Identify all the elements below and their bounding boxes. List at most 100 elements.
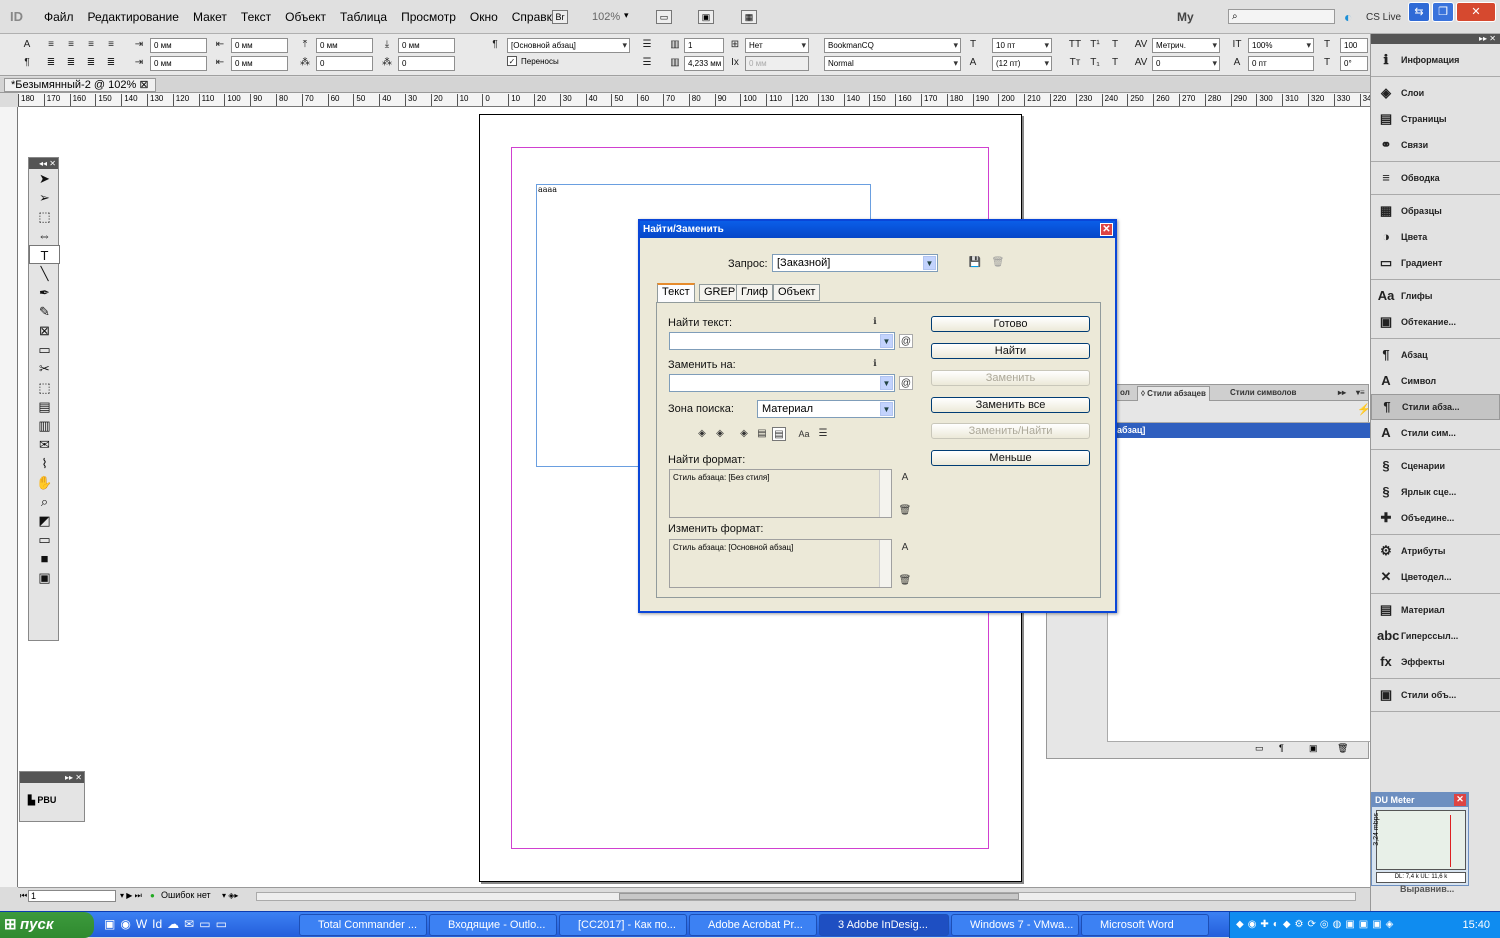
include-locked-layers-icon[interactable]: ◈ <box>695 427 709 441</box>
case-sensitive-icon[interactable]: Aa <box>797 427 811 441</box>
hand-tool-icon[interactable]: ✋ <box>29 473 60 492</box>
menu-file[interactable]: Файл <box>44 10 74 24</box>
strikethrough-icon[interactable]: T <box>1108 56 1122 70</box>
find-button[interactable]: Найти <box>931 343 1090 359</box>
baseline-shift-field[interactable]: 0 пт <box>1248 56 1314 71</box>
quick-apply-icon[interactable]: ⚡ <box>1357 403 1371 416</box>
tab-character-styles[interactable]: Стили символов <box>1227 386 1299 401</box>
font-style-dropdown[interactable]: Normal <box>824 56 961 71</box>
specify-find-format-icon[interactable]: A <box>898 471 912 485</box>
justify-left-icon[interactable]: ≣ <box>44 56 58 70</box>
drop-cap-lines-field[interactable]: 0 <box>316 56 373 71</box>
line-tool-icon[interactable]: ╲ <box>29 264 60 283</box>
arrange-documents-icon[interactable]: ▦ <box>741 10 757 24</box>
specify-change-format-icon[interactable]: A <box>898 541 912 555</box>
dock-item-colors[interactable]: ◑ Цвета <box>1371 224 1500 250</box>
dock-item-text-wrap[interactable]: ▣ Обтекание... <box>1371 309 1500 335</box>
replace-find-button[interactable]: Заменить/Найти <box>931 423 1090 439</box>
justify-right-icon[interactable]: ≣ <box>84 56 98 70</box>
tab-text[interactable]: Текст <box>657 283 695 302</box>
align-center-icon[interactable]: ≡ <box>64 38 78 52</box>
paragraph-style-dropdown[interactable]: [Основной абзац] <box>507 38 630 53</box>
scrollbar-thumb[interactable] <box>619 893 1019 900</box>
clear-change-format-icon[interactable]: 🗑 <box>898 574 912 588</box>
font-size-dropdown[interactable]: 10 пт <box>992 38 1052 53</box>
dock-item-glyphs[interactable]: Aa Глифы <box>1371 283 1500 309</box>
next-page-icon[interactable]: ▾ ▶ ⏭ <box>120 891 142 901</box>
dock-item-hyperlinks[interactable]: abc Гиперссыл... <box>1371 623 1500 649</box>
pen-tool-icon[interactable]: ✒ <box>29 283 60 302</box>
type-tool-icon[interactable]: T <box>29 245 60 264</box>
save-query-icon[interactable]: 💾 <box>968 256 982 270</box>
align-towards-spine-icon[interactable]: ≡ <box>104 38 118 52</box>
start-button[interactable]: ⊞ пуск <box>0 912 94 938</box>
underline-icon[interactable]: T <box>1108 38 1122 52</box>
dock-item-object-styles[interactable]: ▣ Стили объ... <box>1371 682 1500 708</box>
dock-header[interactable]: ▸▸ ✕ <box>1371 34 1500 44</box>
menu-view[interactable]: Просмотр <box>401 10 456 24</box>
note-tool-icon[interactable]: ✉ <box>29 435 60 454</box>
justify-center-icon[interactable]: ≣ <box>64 56 78 70</box>
gradient-feather-tool-icon[interactable]: ▥ <box>29 416 60 435</box>
space-before-field[interactable]: 0 мм <box>316 38 373 53</box>
paragraph-mode-icon[interactable]: ¶ <box>20 56 34 70</box>
align-to-grid-dropdown[interactable]: Нет <box>745 38 809 53</box>
pbu-panel-header[interactable]: ▸▸ ✕ <box>20 772 84 783</box>
hyphenation-checkbox[interactable]: ✓ <box>507 56 517 66</box>
baseline-grid-field[interactable]: 0 мм <box>745 56 809 71</box>
cs-live-label[interactable]: CS Live <box>1366 12 1401 23</box>
special-chars-replace-icon[interactable]: @ <box>899 376 913 390</box>
cs-live-icon[interactable]: ◐ <box>1344 9 1352 25</box>
menu-edit[interactable]: Редактирование <box>88 10 179 24</box>
folder-icon-2[interactable]: ▭ <box>216 917 227 931</box>
new-style-icon[interactable]: ▣ <box>1309 743 1318 754</box>
dock-item-align[interactable]: Выравнив... <box>1400 884 1454 894</box>
horizontal-scale-field[interactable]: 100 <box>1340 38 1368 53</box>
fill-stroke-icon[interactable]: ◩ <box>29 511 60 530</box>
rectangle-tool-icon[interactable]: ▭ <box>29 340 60 359</box>
show-desktop-icon[interactable]: ▣ <box>104 917 115 931</box>
subscript-icon[interactable]: T₁ <box>1088 56 1102 70</box>
menu-window[interactable]: Окно <box>470 10 498 24</box>
new-group-icon[interactable]: ▭ <box>1255 743 1264 754</box>
character-mode-icon[interactable]: A <box>20 38 34 52</box>
align-right-icon[interactable]: ≡ <box>84 38 98 52</box>
folder-icon[interactable]: ▭ <box>199 917 210 931</box>
horizontal-ruler[interactable]: 180 170 160 150 140 130 120 110 100 90 80 70 60 50 40 3… <box>18 93 1370 107</box>
dock-item-paragraph[interactable]: ¶ Абзац <box>1371 342 1500 368</box>
last-line-indent-field[interactable]: 0 мм <box>231 56 288 71</box>
screen-mode-icon[interactable]: ▣ <box>698 10 714 24</box>
explorer-icon[interactable]: ☁ <box>167 917 179 931</box>
document-tab[interactable]: *Безымянный-2 @ 102% ⊠ <box>4 78 156 92</box>
replace-text-input[interactable]: ▼ <box>669 374 895 392</box>
free-transform-tool-icon[interactable]: ⬚ <box>29 378 60 397</box>
scrollbar[interactable] <box>879 470 891 517</box>
restore-icon[interactable]: ❐ <box>1432 2 1454 22</box>
first-line-indent-field[interactable]: 0 мм <box>150 56 207 71</box>
task-acrobat[interactable]: Adobe Acrobat Pr... <box>689 914 817 936</box>
clock[interactable]: 15:40 <box>1462 912 1490 938</box>
close-icon[interactable]: ✕ <box>1456 2 1496 22</box>
workspace-switcher[interactable]: My <box>1177 10 1194 24</box>
done-button[interactable]: Готово <box>931 316 1090 332</box>
panel-menu-icon[interactable]: ▾≡ <box>1353 386 1368 401</box>
include-footnotes-icon[interactable]: ▤ <box>772 427 786 441</box>
zoom-tool-icon[interactable]: ⌕ <box>29 492 60 511</box>
task-indesign[interactable]: 3 Adobe InDesig... <box>819 914 949 936</box>
align-left-icon[interactable]: ≡ <box>44 38 58 52</box>
space-after-field[interactable]: 0 мм <box>398 38 455 53</box>
menu-type[interactable]: Текст <box>241 10 271 24</box>
clear-overrides-icon[interactable]: ¶ <box>1279 743 1284 753</box>
numbering-icon[interactable]: ☰ <box>640 56 654 70</box>
tab-paragraph-styles[interactable]: ◊ Стили абзацев <box>1137 386 1210 401</box>
pbu-button[interactable]: ▙ PBU <box>20 783 84 806</box>
dock-item-links[interactable]: ⚭ Связи <box>1371 132 1500 158</box>
du-meter-title-bar[interactable]: DU Meter ✕ <box>1372 793 1468 807</box>
special-chars-find-icon[interactable]: @ <box>899 334 913 348</box>
paragraph-style-selected[interactable]: й абзац] <box>1107 423 1402 438</box>
panel-collapse-icon[interactable]: ▸▸ <box>1335 386 1349 401</box>
search-zone-dropdown[interactable]: Материал ▼ <box>757 400 895 418</box>
tab-glyph[interactable]: Глиф <box>736 284 773 301</box>
skew-field[interactable]: 0° <box>1340 56 1368 71</box>
clear-find-format-icon[interactable]: 🗑 <box>898 504 912 518</box>
